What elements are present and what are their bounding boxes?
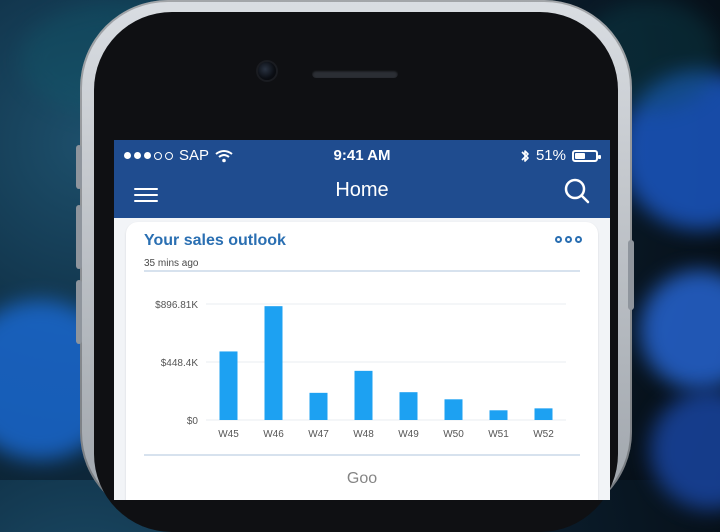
title-divider <box>144 270 580 272</box>
chart-divider <box>144 454 580 456</box>
bluetooth-icon <box>521 149 529 162</box>
battery-cap <box>598 154 601 159</box>
phone-screen: SAP 9:41 AM 51% Home Your sales outlook … <box>114 140 610 500</box>
search-icon[interactable] <box>562 176 592 206</box>
x-tick-label: W49 <box>398 429 419 440</box>
bar[interactable] <box>444 399 463 420</box>
mute-switch <box>76 145 82 189</box>
battery-percentage: 51% <box>535 147 566 164</box>
front-camera <box>258 62 276 80</box>
sales-outlook-card[interactable]: Your sales outlook 35 mins ago $0 $448.4K… <box>126 222 598 500</box>
bar[interactable] <box>264 306 283 420</box>
bar[interactable] <box>219 351 238 420</box>
bar[interactable] <box>354 370 373 420</box>
battery-icon <box>572 149 601 162</box>
next-section-label: Goo <box>346 470 378 487</box>
bar[interactable] <box>489 410 508 420</box>
y-tick-label: $896.81K <box>155 300 198 311</box>
earpiece-speaker <box>312 70 398 78</box>
battery-fill <box>575 152 585 159</box>
status-right: 51% <box>520 147 601 164</box>
x-tick-label: W51 <box>488 429 509 440</box>
status-bar: SAP 9:41 AM 51% <box>114 140 610 170</box>
more-dot <box>565 236 572 243</box>
x-tick-label: W48 <box>353 429 374 440</box>
x-tick-label: W45 <box>218 429 239 440</box>
bar[interactable] <box>534 408 553 420</box>
y-tick-label: $0 <box>187 416 199 427</box>
volume-down-button <box>76 280 82 344</box>
x-tick-label: W46 <box>263 429 284 440</box>
card-updated-time: 35 mins ago <box>144 258 199 269</box>
sales-chart: $0 $448.4K $896.81K W45 W46 W47 W48 W49 W50 W51 W5… <box>126 284 598 444</box>
volume-up-button <box>76 205 82 269</box>
top-bar: SAP 9:41 AM 51% Home <box>114 140 610 218</box>
more-dot <box>575 236 582 243</box>
nav-bar: Home <box>114 170 610 218</box>
page-title: Home <box>335 179 389 201</box>
x-tick-label: W50 <box>443 429 464 440</box>
y-tick-label: $448.4K <box>161 358 199 369</box>
more-dot <box>555 236 562 243</box>
more-options-icon[interactable] <box>555 236 582 243</box>
x-tick-label: W52 <box>533 429 554 440</box>
card-title: Your sales outlook <box>144 232 286 249</box>
chart-svg: $0 $448.4K $896.81K W45 W46 W47 W48 W49 W50 W51 W5… <box>155 300 566 440</box>
bar[interactable] <box>399 392 418 420</box>
x-tick-label: W47 <box>308 429 329 440</box>
bar[interactable] <box>309 392 328 420</box>
power-button <box>628 240 634 310</box>
